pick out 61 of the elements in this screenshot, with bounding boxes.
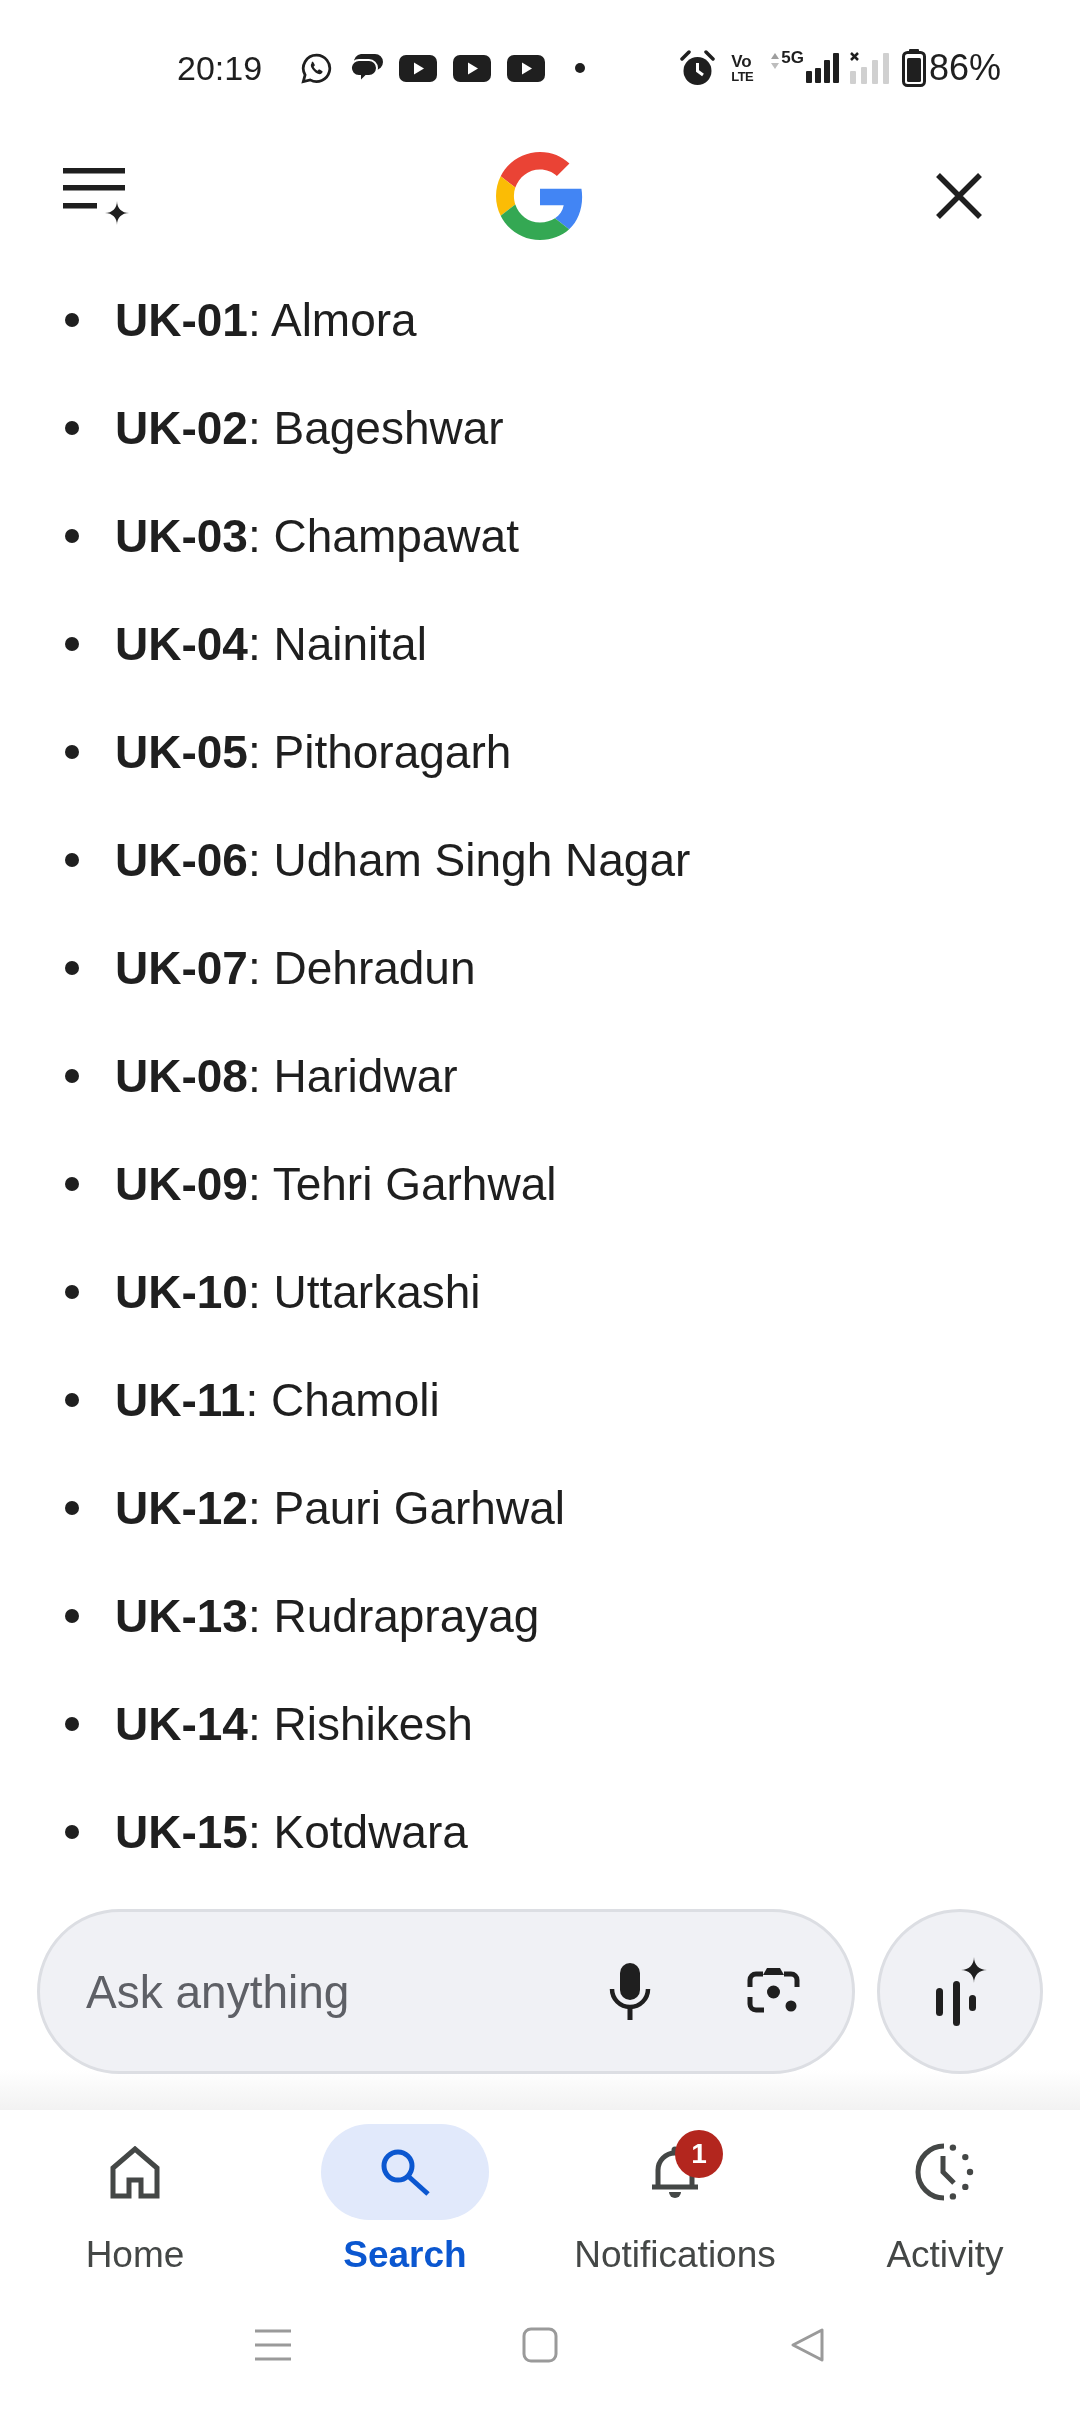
- list-item: UK-02: Bageshwar: [115, 401, 504, 455]
- nav-tab[interactable]: Activity: [810, 2110, 1080, 2300]
- volte-label: LTE: [731, 69, 754, 84]
- notification-badge: 1: [675, 2130, 723, 2178]
- list-item: UK-10: Uttarkashi: [115, 1265, 481, 1319]
- nav-tab[interactable]: Home: [0, 2110, 270, 2300]
- bullet-icon: [65, 745, 79, 759]
- signal-icon: [805, 53, 840, 83]
- list-item: UK-11: Chamoli: [115, 1373, 440, 1427]
- clock-icon: [914, 2142, 976, 2202]
- bullet-icon: [65, 1825, 79, 1839]
- list-item: UK-07: Dehradun: [115, 941, 476, 995]
- logo-icon: [496, 151, 584, 241]
- play-button-icon: [507, 54, 546, 82]
- bullet-icon: [65, 421, 79, 435]
- bullet-icon: [65, 1717, 79, 1731]
- list-item: UK-01: Almora: [115, 293, 417, 347]
- list-item: UK-04: Nainital: [115, 617, 427, 671]
- bullet-icon: [65, 961, 79, 975]
- status-time: 20:19: [177, 48, 263, 88]
- list-item: UK-08: Haridwar: [115, 1049, 458, 1103]
- bullet-icon: [65, 853, 79, 867]
- bullet-icon: [65, 313, 79, 327]
- list-item: UK-03: Champawat: [115, 509, 519, 563]
- phone-bubble-icon: [300, 51, 334, 85]
- close-icon[interactable]: [935, 172, 983, 220]
- volte-label: Vo: [731, 52, 752, 70]
- battery-percentage: 86%: [928, 47, 1001, 89]
- list-item: UK-13: Rudraprayag: [115, 1589, 540, 1643]
- bullet-icon: [65, 1069, 79, 1083]
- search-input[interactable]: Ask anything: [86, 1964, 386, 2019]
- bullet-icon: [65, 1285, 79, 1299]
- menu-icon[interactable]: [255, 2327, 291, 2363]
- alarm-clock-icon: [680, 50, 716, 86]
- play-button-icon: [399, 54, 438, 82]
- list-item: UK-05: Pithoragarh: [115, 725, 512, 779]
- data-arrows-icon: [771, 53, 780, 69]
- nav-tab[interactable]: Search: [270, 2110, 540, 2300]
- sound-bars-sparkle-icon: [933, 1957, 987, 2026]
- nav-tab[interactable]: 1 Notifications: [540, 2110, 810, 2300]
- back-icon[interactable]: [789, 2327, 825, 2363]
- chat-bubbles-icon: [349, 53, 384, 83]
- bullet-icon: [65, 1393, 79, 1407]
- bullet-icon: [65, 1609, 79, 1623]
- bullet-icon: [65, 1501, 79, 1515]
- play-button-icon: [453, 54, 492, 82]
- list-item: UK-14: Rishikesh: [115, 1697, 473, 1751]
- square-icon[interactable]: [522, 2327, 558, 2363]
- list-item: UK-09: Tehri Garhwal: [115, 1157, 557, 1211]
- bullet-icon: [65, 1177, 79, 1191]
- home-icon: [110, 2145, 160, 2199]
- microphone-icon[interactable]: [609, 1963, 651, 2020]
- list-item: UK-15: Kotdwara: [115, 1805, 468, 1859]
- list-item: UK-06: Udham Singh Nagar: [115, 833, 691, 887]
- battery-icon: [901, 49, 926, 87]
- bullet-icon: [65, 637, 79, 651]
- list-item: UK-12: Pauri Garhwal: [115, 1481, 565, 1535]
- network-type-label: 5G: [781, 49, 804, 66]
- dot-icon: [575, 63, 586, 73]
- bullet-icon: [65, 529, 79, 543]
- no-signal-icon: [849, 52, 892, 84]
